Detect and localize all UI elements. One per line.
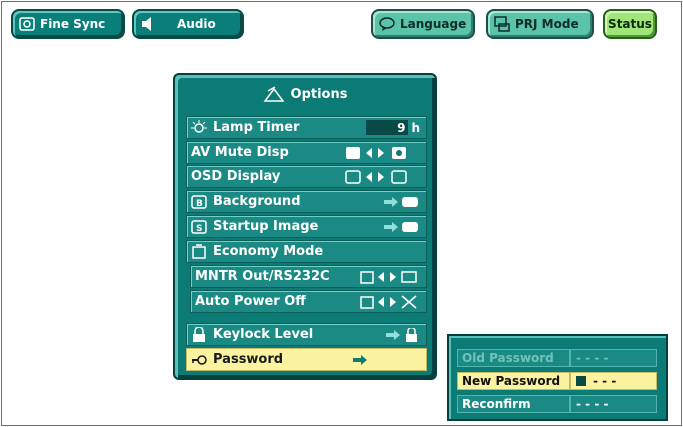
startup-image-label: Startup Image <box>213 219 319 234</box>
auto-power-options-icon <box>360 294 417 309</box>
menu-item-password[interactable]: Password <box>186 348 427 371</box>
arrow-logo-icon <box>384 196 418 207</box>
tab-audio[interactable]: Audio <box>132 9 244 39</box>
background-label: Background <box>213 194 301 209</box>
menu-item-startup-image[interactable]: S Startup Image <box>186 215 427 238</box>
fine-sync-icon <box>19 16 35 32</box>
tab-language-label: Language <box>400 17 467 31</box>
tab-status[interactable]: Status <box>603 9 657 39</box>
lamp-timer-value-group: 9 h <box>366 117 420 138</box>
tab-prj-mode-label: PRJ Mode <box>515 17 579 31</box>
mntr-out-toggle[interactable] <box>360 266 420 287</box>
av-mute-toggle[interactable] <box>344 142 420 163</box>
old-password-label: Old Password <box>457 349 570 367</box>
lamp-timer-unit: h <box>411 120 420 135</box>
reconfirm-label: Reconfirm <box>457 395 570 413</box>
tab-language[interactable]: Language <box>371 9 475 39</box>
input-cursor <box>576 376 586 386</box>
auto-power-off-toggle[interactable] <box>360 291 420 312</box>
key-icon <box>191 352 207 368</box>
startup-icon: S <box>191 219 207 235</box>
password-label: Password <box>213 352 284 367</box>
new-password-row[interactable]: New Password - - - <box>457 372 657 390</box>
background-icon: B <box>191 194 207 210</box>
options-icon <box>263 86 285 102</box>
svg-text:B: B <box>196 199 203 209</box>
speaker-icon <box>140 16 156 32</box>
new-password-value: - - - <box>593 374 617 388</box>
new-password-label: New Password <box>457 372 570 390</box>
background-value <box>382 191 420 212</box>
tab-prj-mode[interactable]: PRJ Mode <box>486 9 594 39</box>
osd-display-label: OSD Display <box>191 169 281 184</box>
auto-power-off-label: Auto Power Off <box>195 294 306 309</box>
menu-item-background[interactable]: B Background <box>186 190 427 213</box>
keylock-level-label: Keylock Level <box>213 327 314 342</box>
mntr-options-icon <box>360 270 417 284</box>
old-password-row[interactable]: Old Password - - - - <box>457 349 657 367</box>
tab-fine-sync[interactable]: Fine Sync <box>11 9 125 39</box>
old-password-value[interactable]: - - - - <box>570 349 657 367</box>
projector-icon <box>494 16 510 32</box>
lamp-timer-value: 9 <box>366 120 409 135</box>
speech-bubble-icon <box>379 16 395 32</box>
startup-image-value <box>382 216 420 237</box>
options-title: Options <box>175 75 435 113</box>
tab-audio-label: Audio <box>177 17 216 31</box>
menu-item-auto-power-off[interactable]: Auto Power Off <box>190 290 427 313</box>
osd-options-icon <box>345 169 407 184</box>
menu-item-lamp-timer[interactable]: Lamp Timer 9 h <box>186 116 427 139</box>
reconfirm-value[interactable]: - - - - <box>570 395 657 413</box>
mntr-out-label: MNTR Out/RS232C <box>195 269 330 284</box>
menu-item-av-mute[interactable]: AV Mute Disp <box>186 141 427 164</box>
tab-fine-sync-label: Fine Sync <box>40 17 106 31</box>
lock-icon <box>191 325 207 343</box>
av-mute-options-icon <box>346 146 406 159</box>
osd-display-toggle[interactable] <box>344 166 420 187</box>
economy-mode-label: Economy Mode <box>213 244 324 259</box>
keylock-level-value <box>384 324 420 345</box>
av-mute-label: AV Mute Disp <box>191 145 289 160</box>
reconfirm-row[interactable]: Reconfirm - - - - <box>457 395 657 413</box>
menu-item-osd-display[interactable]: OSD Display <box>186 165 427 188</box>
economy-icon <box>191 243 207 260</box>
svg-text:S: S <box>196 224 202 234</box>
menu-item-economy-mode[interactable]: Economy Mode <box>186 240 427 263</box>
lamp-timer-label: Lamp Timer <box>213 120 300 135</box>
new-password-field[interactable]: - - - <box>570 372 657 390</box>
menu-item-keylock-level[interactable]: Keylock Level <box>186 323 427 346</box>
arrow-lock-icon <box>386 327 417 342</box>
options-title-text: Options <box>290 86 348 102</box>
password-arrow <box>352 349 368 370</box>
tab-status-label: Status <box>608 17 652 31</box>
arrow-right-icon <box>353 354 367 365</box>
menu-item-mntr-out[interactable]: MNTR Out/RS232C <box>190 265 427 288</box>
lamp-icon <box>191 119 207 136</box>
arrow-logo-icon <box>384 221 418 232</box>
